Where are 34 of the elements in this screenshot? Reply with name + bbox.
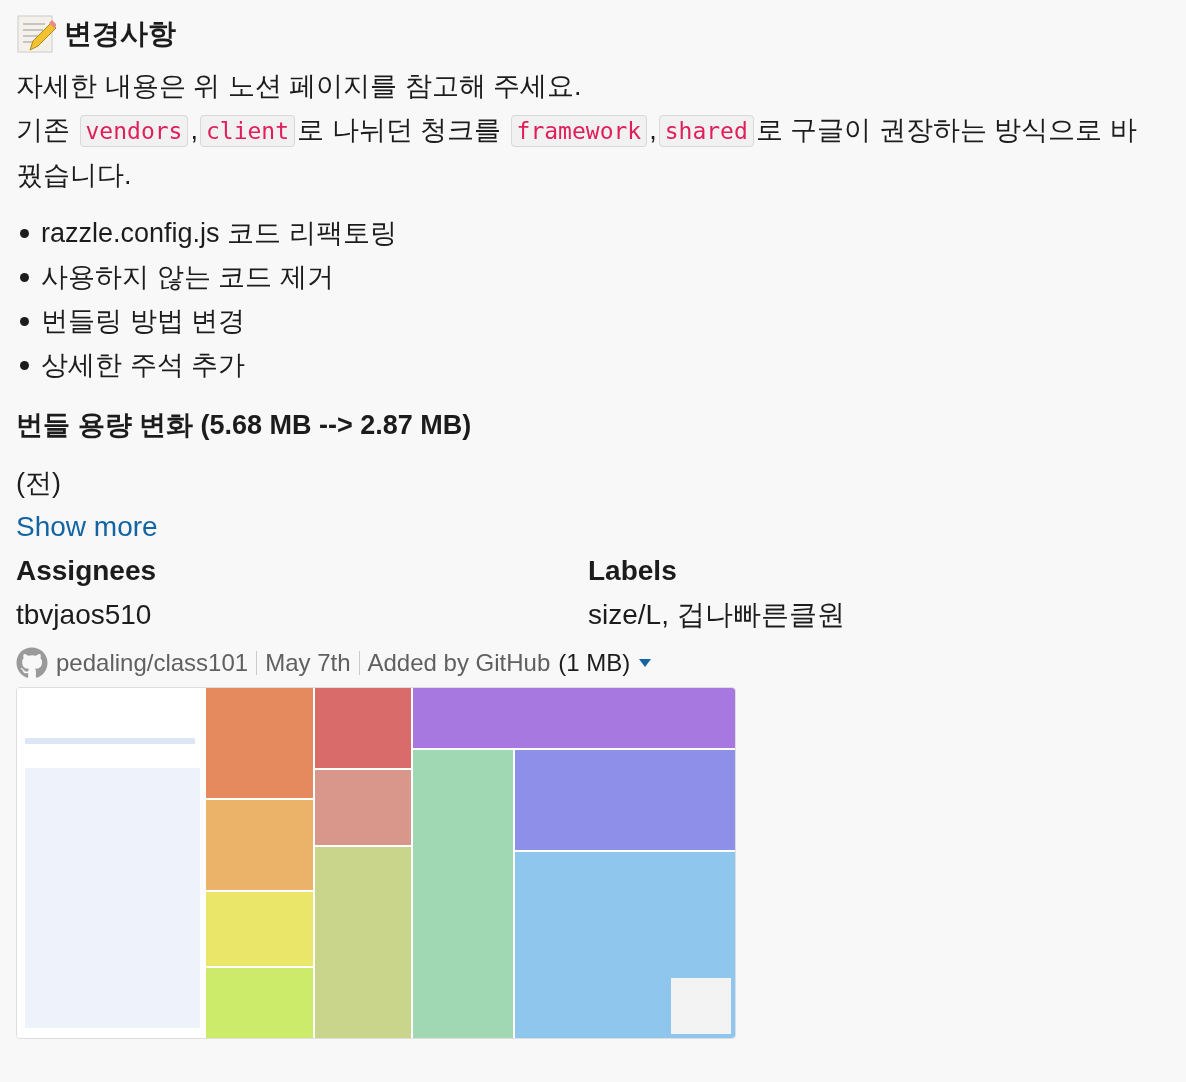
paragraph-text: 기존 [16,115,71,145]
list-item: 번들링 방법 변경 [41,305,245,338]
field-label: Assignees [16,554,158,588]
section-title: 변경사항 [64,17,176,51]
bullet-icon [20,316,29,326]
paragraph-text: 로 구글이 권장하는 방식으로 바 [755,115,1137,145]
date-text: May 7th [265,649,351,677]
added-by-text: Added by GitHub [367,649,551,677]
bullet-icon [20,272,29,282]
code-span: client [199,115,296,147]
list-item: 상세한 주석 추가 [41,349,245,382]
paragraph-text: 꿨습니다. [16,160,132,190]
memo-icon [16,14,56,54]
field-value: tbvjaos510 [16,598,153,632]
github-icon [16,647,48,679]
note-text: (전) [16,467,62,500]
code-span: framework [510,115,648,147]
code-span: vendors [79,115,189,147]
bullet-icon [20,360,29,370]
paragraph-text: 로 나뉘던 청크를 [297,115,503,145]
caret-icon[interactable] [638,658,653,668]
paragraph-text: , [649,115,657,145]
bullet-icon [20,228,29,238]
field-value: size/L, 겁나빠른클원 [588,598,846,632]
code-span: shared [658,115,754,147]
repo-name: pedaling/class101 [56,649,249,677]
paragraph-text: 자세한 내용은 위 노션 페이지를 참고해 주세요. [16,71,582,101]
subheading: 번들 용량 변화 (5.68 MB --> 2.87 MB) [16,409,473,442]
paragraph-text: , [190,115,198,145]
file-size: (1 MB) [558,649,631,677]
field-label: Labels [588,554,678,588]
list-item: 사용하지 않는 코드 제거 [41,261,334,294]
list-item: razzle.config.js 코드 리팩토링 [41,217,397,250]
show-more-link[interactable]: Show more [16,505,158,549]
